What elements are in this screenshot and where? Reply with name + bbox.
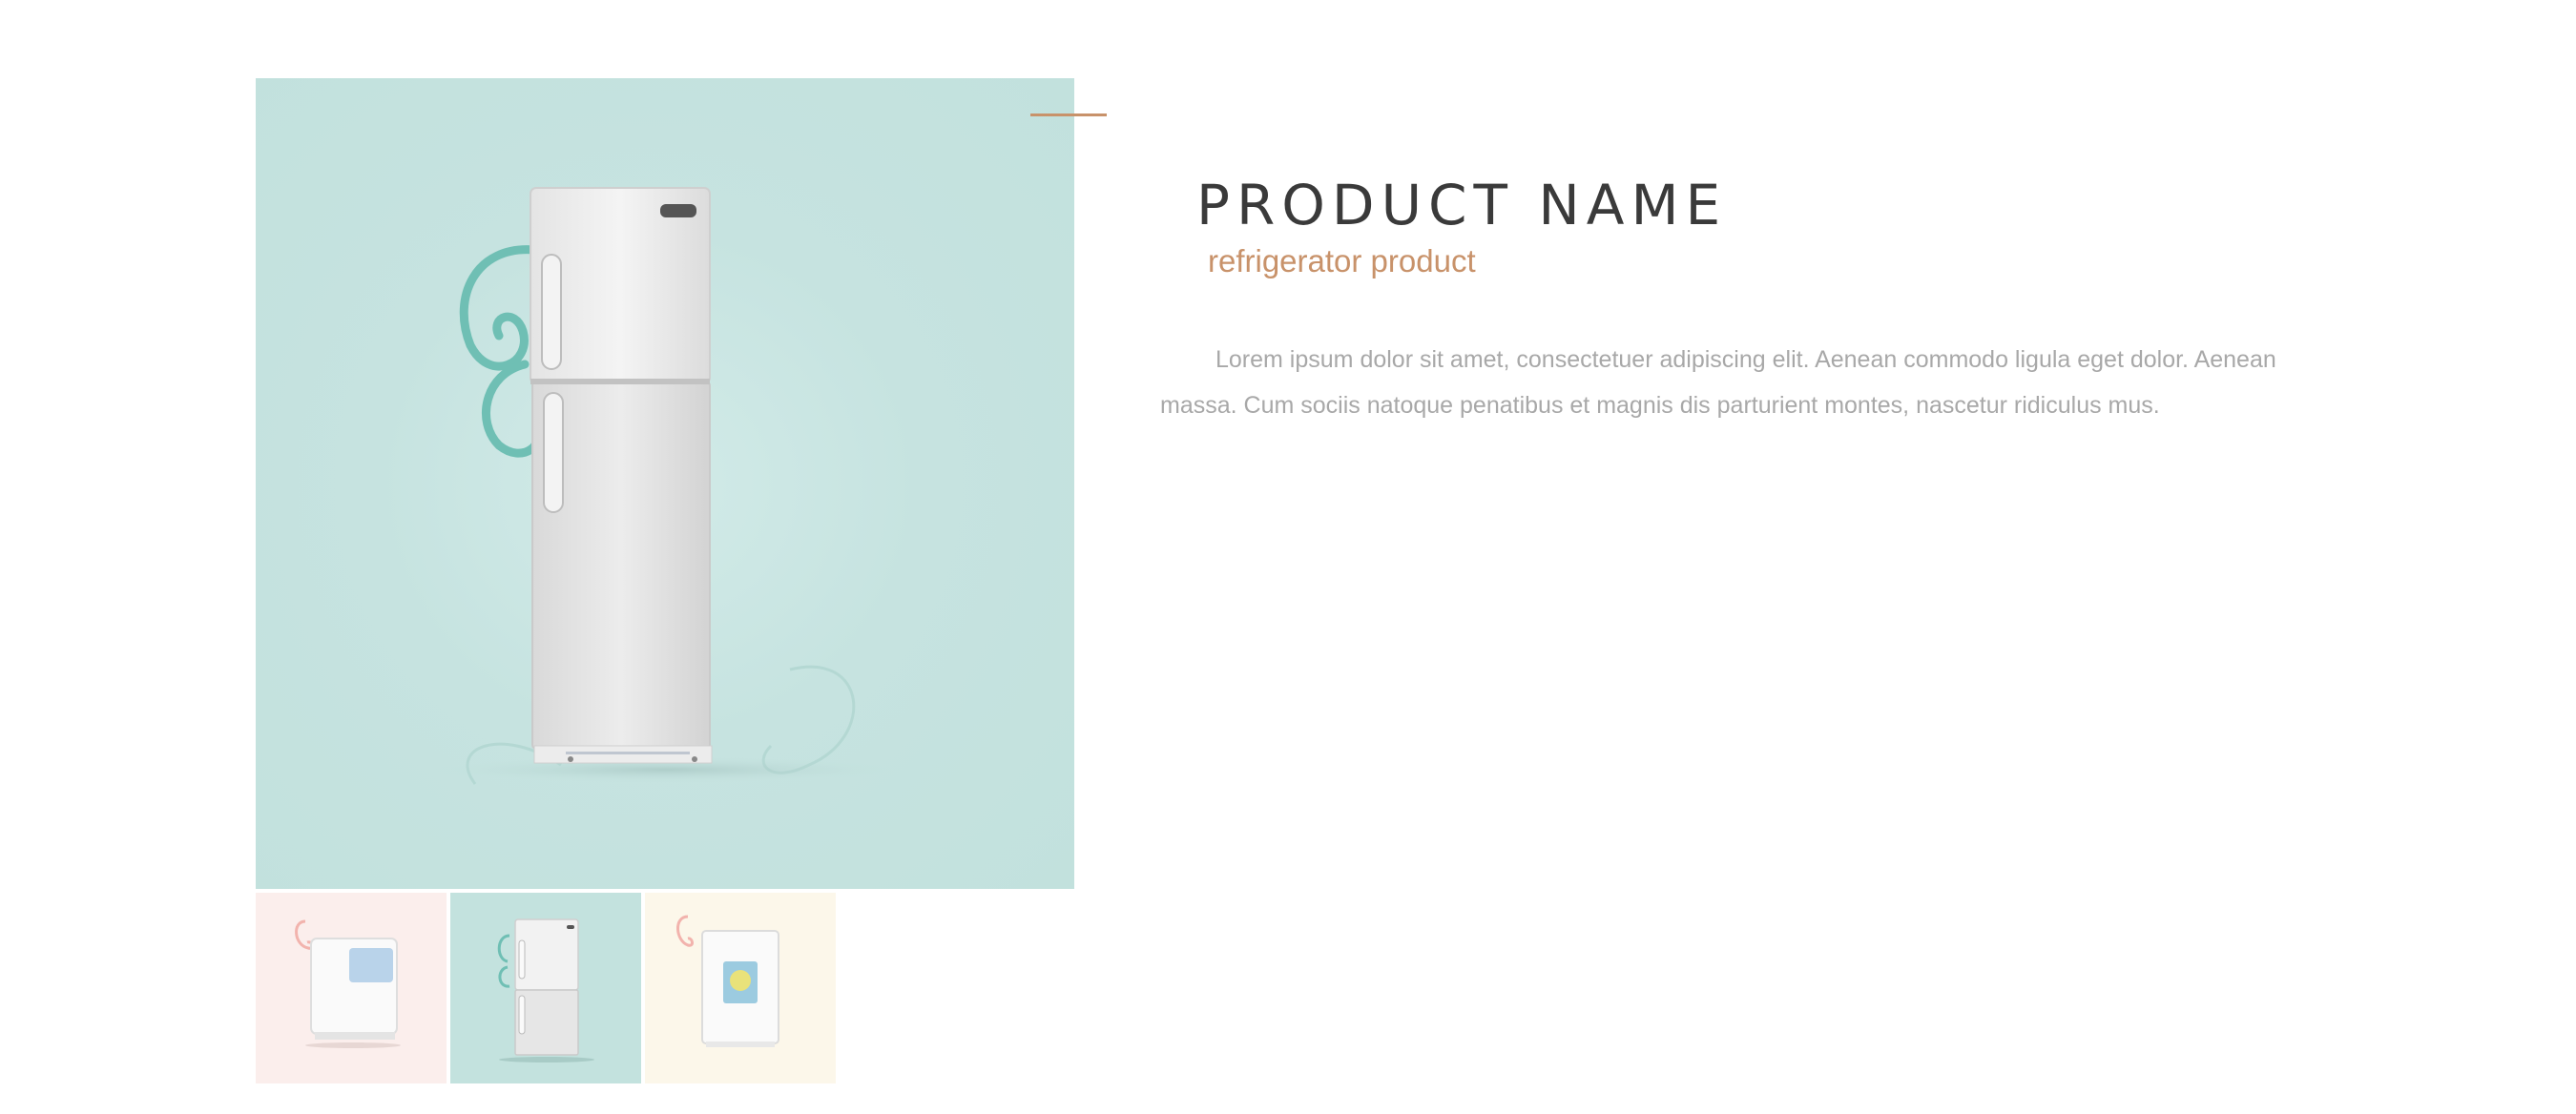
main-product-image — [256, 78, 1074, 889]
accent-divider — [1030, 113, 1107, 116]
product-detail-page: PRODUCT NAME refrigerator product Lorem … — [0, 0, 2576, 1114]
refrigerator-image — [418, 187, 914, 785]
thumbnail-mini-fridge[interactable] — [645, 893, 836, 1083]
thumbnail-refrigerator[interactable] — [450, 893, 641, 1083]
thumbnail-chest-freezer[interactable] — [256, 893, 447, 1083]
mini-fridge-image — [676, 915, 779, 1047]
product-description: Lorem ipsum dolor sit amet, consectetuer… — [1160, 346, 2276, 419]
chest-freezer-image — [295, 919, 401, 1048]
refrigerator-image — [497, 918, 594, 1062]
product-title: PRODUCT NAME — [1196, 173, 1728, 237]
thumbnail-strip — [256, 893, 836, 1083]
product-subtitle: refrigerator product — [1208, 243, 1476, 278]
